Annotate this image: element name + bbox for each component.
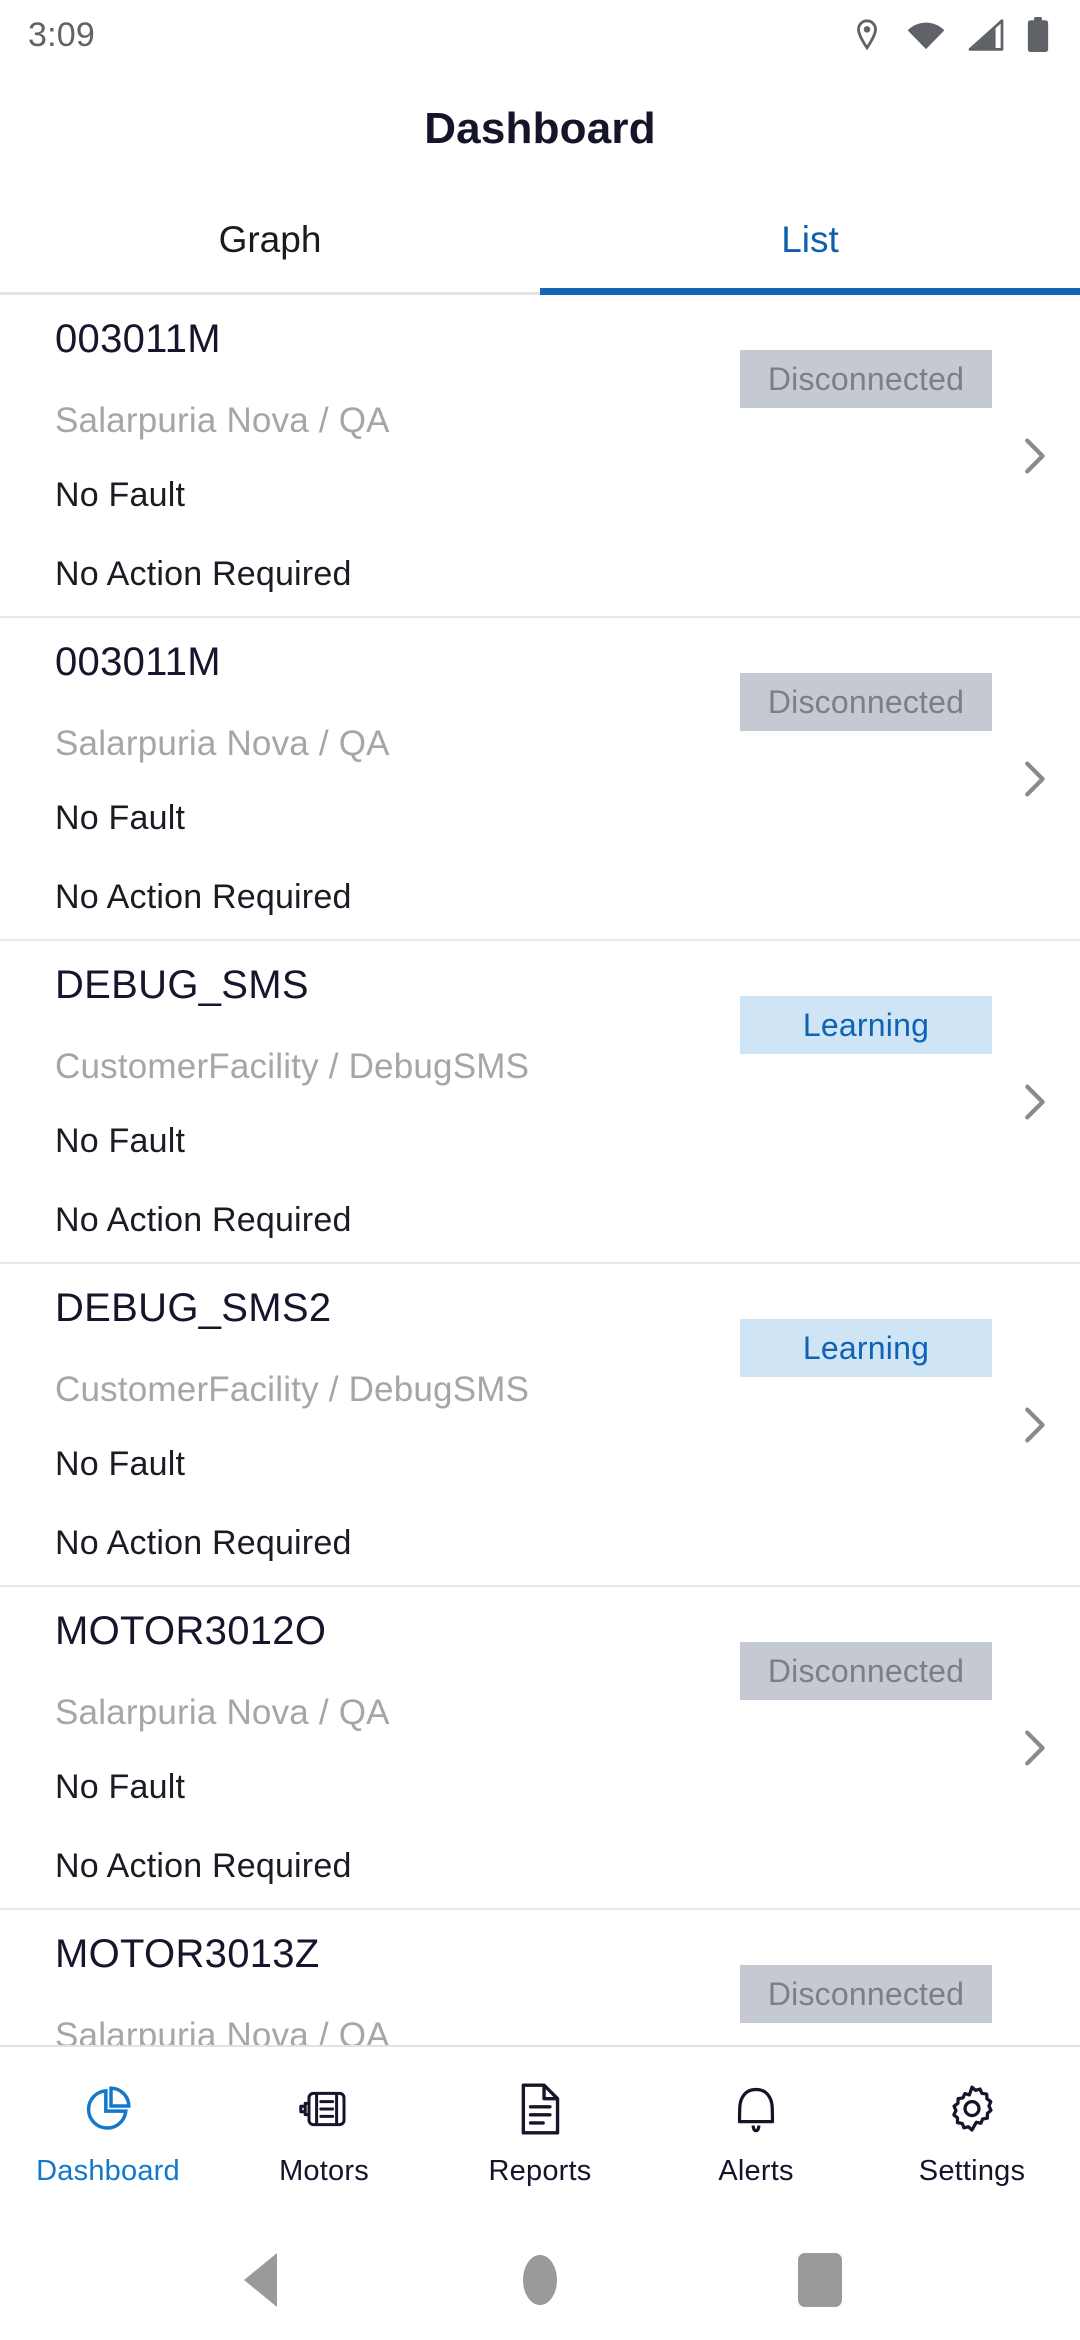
chevron-right-icon[interactable] — [1010, 1725, 1056, 1771]
nav-label: Settings — [918, 2154, 1026, 2187]
pie-chart-icon — [79, 2080, 137, 2138]
chevron-right-icon[interactable] — [1010, 1402, 1056, 1448]
motor-fault: No Fault — [55, 1768, 186, 1806]
app-screen: 3:09 Dashboard Graph List 003011M Discon… — [0, 0, 1080, 2340]
document-icon — [511, 2080, 569, 2138]
nav-item-alerts[interactable]: Alerts — [648, 2080, 864, 2188]
bottom-navigation: Dashboard Motors Reports Alerts Settings — [0, 2045, 1080, 2220]
motor-fault: No Fault — [55, 476, 186, 514]
nav-item-dashboard[interactable]: Dashboard — [0, 2080, 216, 2188]
cellular-signal-icon — [968, 19, 1004, 51]
status-badge: Learning — [740, 1319, 992, 1377]
chevron-right-icon[interactable] — [1010, 756, 1056, 802]
list-item[interactable]: 003011M Disconnected Salarpuria Nova / Q… — [0, 618, 1080, 941]
status-badge: Disconnected — [740, 1965, 992, 2023]
status-badge: Disconnected — [740, 1642, 992, 1700]
list-item[interactable]: MOTOR3013Z Disconnected Salarpuria Nova … — [0, 1910, 1080, 2045]
wifi-icon — [906, 20, 946, 50]
tab-list[interactable]: List — [540, 188, 1080, 295]
list-item[interactable]: 003011M Disconnected Salarpuria Nova / Q… — [0, 295, 1080, 618]
nav-label: Motors — [279, 2154, 369, 2187]
status-bar-clock: 3:09 — [28, 15, 95, 54]
tab-bar: Graph List — [0, 188, 1080, 295]
status-bar: 3:09 — [0, 0, 1080, 70]
circle-home-icon — [523, 2255, 557, 2305]
status-badge: Disconnected — [740, 350, 992, 408]
list-item[interactable]: DEBUG_SMS2 Learning CustomerFacility / D… — [0, 1264, 1080, 1587]
motor-action: No Action Required — [55, 1201, 352, 1239]
app-bar: Dashboard — [0, 70, 1080, 188]
chevron-right-icon[interactable] — [1010, 1079, 1056, 1125]
gear-icon — [943, 2080, 1001, 2138]
nav-label: Alerts — [718, 2154, 794, 2187]
recents-button[interactable] — [775, 2235, 865, 2325]
motor-action: No Action Required — [55, 878, 352, 916]
chevron-right-icon[interactable] — [1010, 433, 1056, 479]
nav-label: Dashboard — [36, 2154, 180, 2187]
nav-item-motors[interactable]: Motors — [216, 2080, 432, 2188]
motor-action: No Action Required — [55, 555, 352, 593]
status-bar-icons — [850, 16, 1050, 54]
tab-graph[interactable]: Graph — [0, 188, 540, 292]
triangle-back-icon — [243, 2253, 277, 2307]
status-badge: Disconnected — [740, 673, 992, 731]
list-item[interactable]: DEBUG_SMS Learning CustomerFacility / De… — [0, 941, 1080, 1264]
home-button[interactable] — [495, 2235, 585, 2325]
nav-label: Reports — [488, 2154, 592, 2187]
square-recents-icon — [798, 2253, 842, 2307]
nav-item-reports[interactable]: Reports — [432, 2080, 648, 2188]
system-navigation-bar — [0, 2220, 1080, 2340]
motor-action: No Action Required — [55, 1847, 352, 1885]
motor-fault: No Fault — [55, 799, 186, 837]
page-title: Dashboard — [424, 104, 656, 153]
nav-item-settings[interactable]: Settings — [864, 2080, 1080, 2188]
battery-icon — [1026, 17, 1050, 53]
list-item[interactable]: MOTOR3012O Disconnected Salarpuria Nova … — [0, 1587, 1080, 1910]
status-badge: Learning — [740, 996, 992, 1054]
motor-fault: No Fault — [55, 1122, 186, 1160]
motor-icon — [295, 2080, 353, 2138]
bell-icon — [727, 2080, 785, 2138]
back-button[interactable] — [215, 2235, 305, 2325]
motor-fault: No Fault — [55, 1445, 186, 1483]
motor-action: No Action Required — [55, 1524, 352, 1562]
motor-list[interactable]: 003011M Disconnected Salarpuria Nova / Q… — [0, 295, 1080, 2045]
location-pin-icon — [850, 16, 884, 54]
